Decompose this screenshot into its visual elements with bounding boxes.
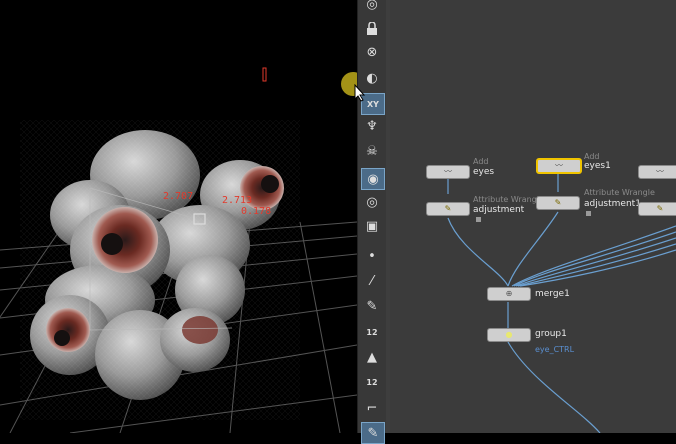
node-merge1-label: merge1	[535, 289, 570, 299]
add-node-icon: 〰	[444, 167, 452, 176]
creature-mesh	[20, 120, 300, 420]
node-flag-icon	[476, 217, 481, 222]
node-eyes1-type: Add	[584, 152, 600, 161]
brush-icon[interactable]: ⁄	[361, 271, 383, 291]
skull-icon[interactable]: ☠	[361, 141, 383, 161]
node-adjustment1[interactable]: ✎	[536, 196, 580, 210]
add-node-icon: 〰	[656, 167, 664, 176]
measure-label-1: 2.707	[163, 191, 194, 202]
node-eyes1-label: eyes1	[584, 161, 611, 171]
mouse-cursor-icon	[354, 84, 366, 102]
node-eyes1[interactable]: 〰	[536, 158, 582, 174]
wrangle-node-icon: ✎	[656, 204, 664, 213]
measure-label-2: 2.713	[222, 195, 253, 206]
lock-icon[interactable]	[361, 18, 383, 38]
eye-icon[interactable]: ◎	[361, 192, 383, 212]
node-add-partial[interactable]: 〰	[638, 165, 676, 179]
node-eyes-type: Add	[473, 157, 489, 166]
snap-2-label: 12	[366, 377, 378, 387]
edit-icon[interactable]: ✎	[361, 422, 385, 444]
pen-icon[interactable]: ✎	[361, 296, 383, 316]
node-adjustment-label: adjustment	[473, 205, 525, 215]
group-node-icon: ●	[505, 330, 513, 339]
xy-view-label: XY	[367, 99, 379, 109]
node-adjustment-type: Attribute Wrangle	[473, 195, 544, 204]
camera-icon[interactable]: ▣	[361, 216, 383, 236]
pin-icon[interactable]: ♆	[361, 116, 383, 136]
paint-icon[interactable]: ▲	[361, 347, 383, 367]
node-group1-label: group1	[535, 329, 567, 339]
wrangle-node-icon: ✎	[554, 198, 562, 207]
network-editor[interactable]: Add eyes 〰 Add eyes1 〰 〰 Attribute Wrang…	[390, 0, 676, 433]
wrangle-node-icon: ✎	[444, 204, 452, 213]
measure-label-3: 0.178	[241, 206, 272, 217]
node-eyes-label: eyes	[473, 167, 495, 177]
node-eyes[interactable]: 〰	[426, 165, 470, 179]
snap-1-icon[interactable]: 12	[361, 322, 383, 342]
node-group1[interactable]: ●	[487, 328, 531, 342]
snap-1-label: 12	[366, 327, 378, 337]
point-icon[interactable]: •	[361, 246, 383, 266]
node-adjustment1-label: adjustment1	[584, 199, 641, 209]
node-adjustment1-type: Attribute Wrangle	[584, 188, 655, 197]
node-wires	[447, 174, 676, 433]
viewport-toolbar: ◎ ⊗ ◐ XY ♆ ☠ ◉ ◎ ▣ • ⁄ ✎ 12 ▲ 12 ⌐ ✎	[357, 0, 387, 444]
scene-viewport[interactable]: 2.707 2.713 0.178	[0, 0, 357, 433]
target-icon[interactable]: ◎	[361, 0, 383, 14]
close-circle-icon[interactable]: ⊗	[361, 42, 383, 62]
node-adjustment[interactable]: ✎	[426, 202, 470, 216]
node-wrangle-partial[interactable]: ✎	[638, 202, 676, 216]
shaded-view-icon[interactable]: ◉	[361, 168, 385, 190]
node-group1-comment: eye_CTRL	[535, 345, 575, 354]
add-node-icon: 〰	[555, 161, 563, 170]
node-merge1[interactable]: ⊕	[487, 287, 531, 301]
merge-node-icon: ⊕	[505, 289, 513, 298]
node-flag-icon	[586, 211, 591, 216]
curve-icon[interactable]: ⌐	[361, 398, 383, 418]
viewport-canvas	[0, 67, 357, 433]
snap-2-icon[interactable]: 12	[361, 372, 383, 392]
